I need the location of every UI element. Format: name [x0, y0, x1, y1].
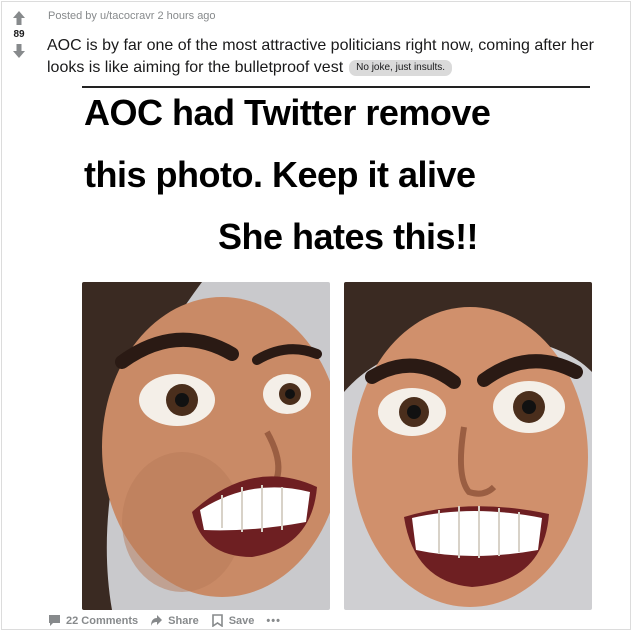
meme-caption-line-3: She hates this!! [218, 216, 479, 257]
post-card: 89 Posted by u/tacocravr 2 hours ago AOC… [1, 1, 631, 630]
comments-label: 22 Comments [66, 614, 139, 627]
post-title-text[interactable]: AOC is by far one of the most attractive… [47, 37, 594, 76]
caricature-right-image [344, 282, 592, 610]
post-title[interactable]: AOC is by far one of the most attractive… [47, 35, 627, 79]
more-options-button[interactable]: ••• [266, 615, 281, 627]
comment-bubble-icon [49, 615, 60, 626]
arrow-down-icon[interactable] [12, 43, 26, 59]
caricature-left-image [82, 282, 330, 610]
post-actions: 22 Comments Share Save ••• [48, 614, 293, 627]
post-meta[interactable]: Posted by u/tacocravr 2 hours ago [48, 10, 216, 22]
share-button[interactable]: Share [150, 614, 199, 627]
bookmark-icon [211, 614, 223, 627]
more-options-icon: ••• [266, 614, 281, 627]
meme-caption-line-1: AOC had Twitter remove [84, 92, 491, 133]
comments-button[interactable]: 22 Comments [48, 614, 138, 627]
post-image[interactable]: AOC had Twitter remove this photo. Keep … [82, 86, 592, 610]
post-flair[interactable]: No joke, just insults. [349, 60, 453, 76]
share-label: Share [168, 614, 199, 627]
vote-column: 89 [6, 10, 32, 59]
vote-score: 89 [13, 29, 25, 40]
arrow-up-icon[interactable] [12, 10, 26, 26]
meme-top-rule [82, 86, 590, 88]
meme-caption-line-2: this photo. Keep it alive [84, 154, 476, 195]
share-arrow-icon [151, 615, 163, 626]
save-label: Save [228, 614, 255, 627]
save-button[interactable]: Save [211, 614, 255, 627]
